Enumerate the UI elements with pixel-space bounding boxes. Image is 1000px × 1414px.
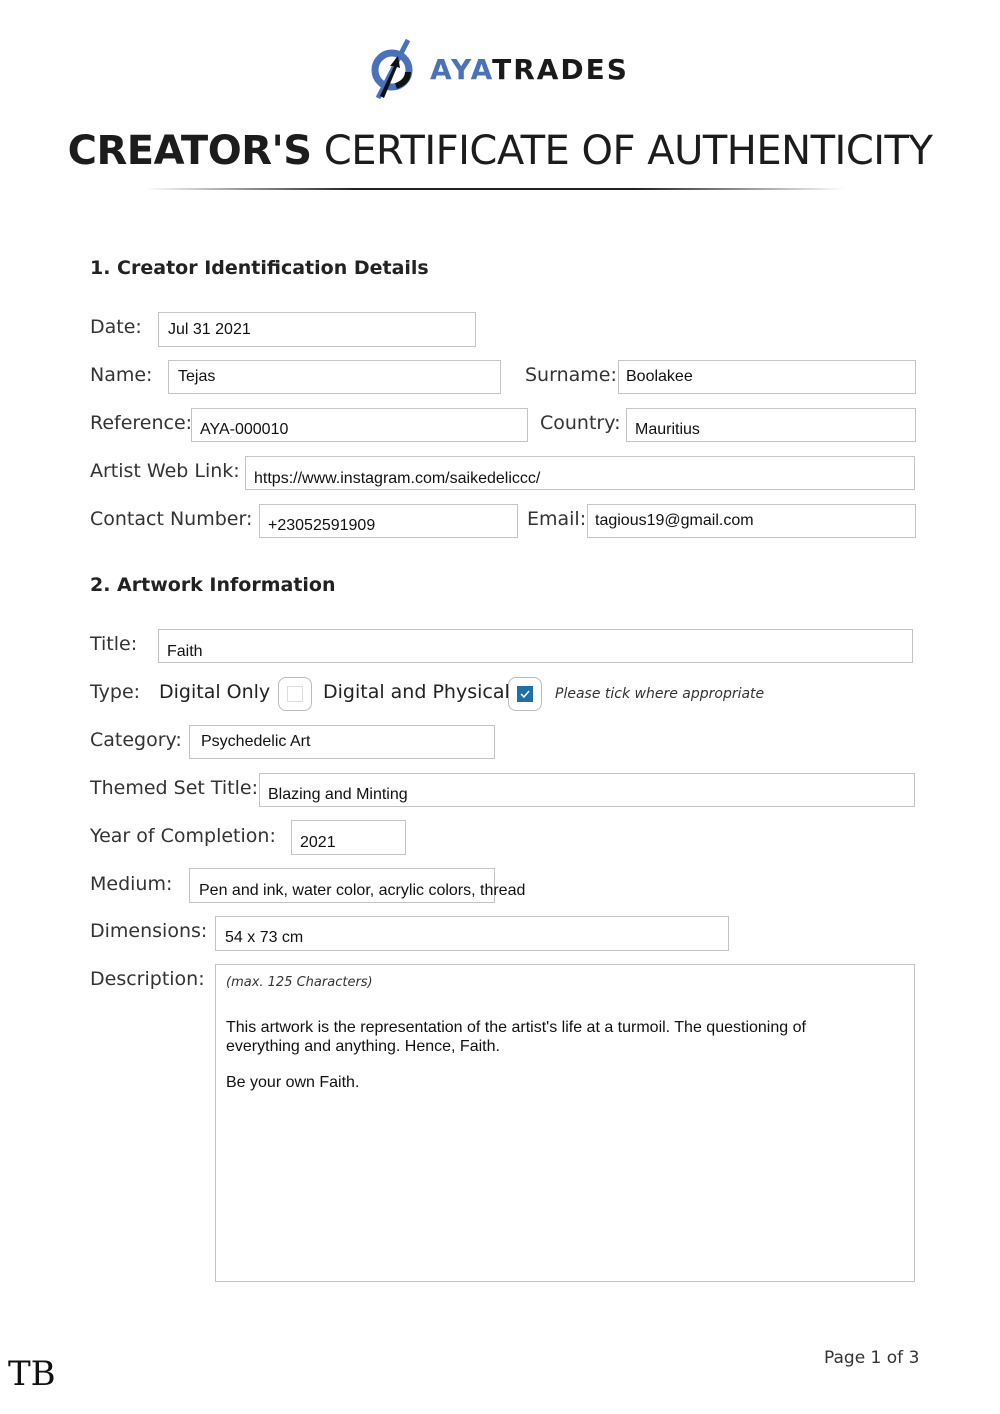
reference-label: Reference: [90,412,193,434]
initials-signature: TB [8,1354,56,1394]
name-label: Name: [90,364,153,386]
email-field[interactable]: tagious19@gmail.com [587,504,916,538]
country-field[interactable]: Mauritius [626,408,916,442]
description-field[interactable]: (max. 125 Characters) This artwork is th… [215,964,915,1282]
title-field[interactable]: Faith [158,629,913,663]
description-paragraph-2: Be your own Faith. [226,1074,360,1091]
date-field[interactable]: Jul 31 2021 [158,312,476,347]
brand-name: AYATRADES [430,52,629,86]
title-divider [145,188,845,190]
title-label: Title: [90,633,138,655]
country-label: Country: [540,412,621,434]
year-field[interactable]: 2021 [291,820,406,855]
surname-field[interactable]: Boolakee [618,360,916,394]
brand-logo: AYATRADES [368,34,629,104]
name-field[interactable]: Tejas [168,360,501,394]
description-paragraph-1: This artwork is the representation of th… [226,1019,806,1055]
type-option-digital-physical-label: Digital and Physical [323,681,510,703]
reference-field[interactable]: AYA-000010 [191,408,528,442]
section-heading-creator: 1. Creator Identification Details [90,257,429,279]
category-field[interactable]: Psychedelic Art [189,725,495,759]
date-label: Date: [90,316,142,338]
page-indicator: Page 1 of 3 [824,1348,920,1368]
checkbox-empty-icon [287,686,303,702]
type-option-digital-only-label: Digital Only [159,681,271,703]
web-link-field[interactable]: https://www.instagram.com/saikedeliccc/ [245,456,915,490]
description-char-limit-note: (max. 125 Characters) [226,975,373,990]
page-title: CREATOR'S CERTIFICATE OF AUTHENTICITY [67,128,933,174]
email-label: Email: [527,508,587,530]
dimensions-label: Dimensions: [90,920,208,942]
section-heading-artwork: 2. Artwork Information [90,574,336,596]
type-hint: Please tick where appropriate [555,686,765,702]
themed-set-label: Themed Set Title: [90,777,258,799]
checkmark-icon [517,686,533,702]
web-link-label: Artist Web Link: [90,460,240,482]
surname-label: Surname: [525,364,617,386]
year-label: Year of Completion: [90,825,276,847]
themed-set-field[interactable]: Blazing and Minting [259,773,915,807]
type-label: Type: [90,681,141,703]
dimensions-field[interactable]: 54 x 73 cm [215,916,729,951]
ayatrades-logo-icon [371,38,413,100]
digital-physical-checkbox[interactable] [508,677,542,711]
description-label: Description: [90,968,205,990]
contact-label: Contact Number: [90,508,253,530]
contact-field[interactable]: +23052591909 [259,504,518,538]
digital-only-checkbox[interactable] [278,677,312,711]
category-label: Category: [90,729,182,751]
medium-label: Medium: [90,873,173,895]
medium-field[interactable]: Pen and ink, water color, acrylic colors… [189,868,525,903]
